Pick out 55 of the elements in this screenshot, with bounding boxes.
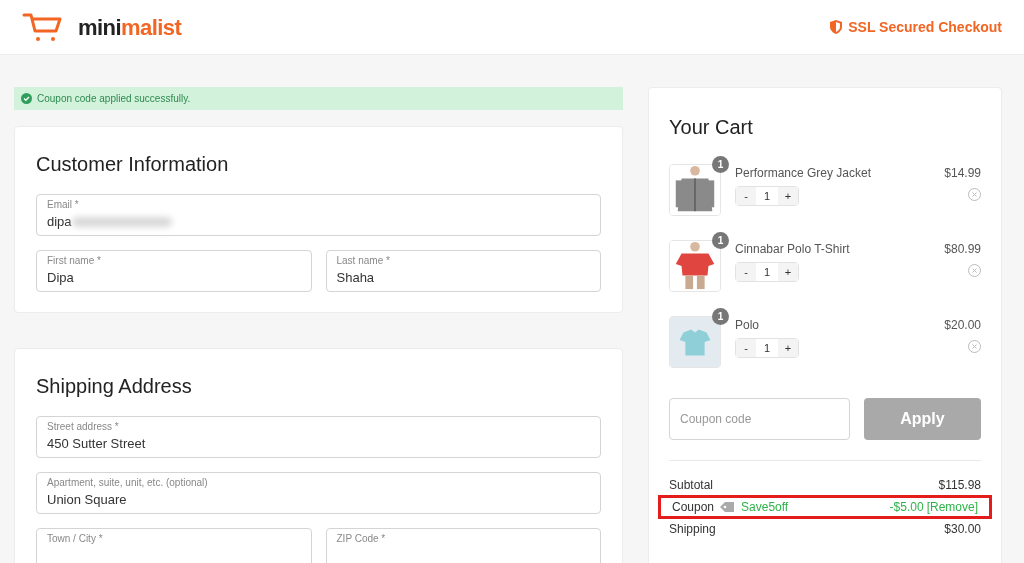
increase-button[interactable]: + [778,339,798,357]
secure-checkout-label: SSL Secured Checkout [848,17,1002,37]
field-value: dipa [47,213,72,231]
remove-icon[interactable] [968,264,981,277]
input-field[interactable]: Town / City * [36,528,312,563]
section-title: Customer Information [36,152,230,177]
field-label: Apartment, suite, unit, etc. (optional) [47,476,209,490]
input-field[interactable]: Email * dipa [36,194,601,236]
quantity-badge: 1 [712,156,729,173]
input-field[interactable]: Last name * Shaha [325,250,601,292]
tag-icon [720,501,736,513]
field-label: Email * [47,198,80,212]
decrease-button[interactable]: - [736,263,756,281]
total-value: -$5.00 [889,499,924,516]
field-label: ZIP Code * [336,532,387,546]
field-label: Street address * [47,420,120,434]
field-value: Dipa [47,269,74,287]
field-value: 450 Sutter Street [47,435,146,453]
section-title: Shipping Address [36,374,193,399]
increase-button[interactable]: + [778,187,798,205]
decrease-button[interactable]: - [736,187,756,205]
remove-icon[interactable] [968,188,981,201]
coupon-field[interactable]: Coupon code [669,398,850,440]
product-name: Polo [735,317,761,334]
decrease-button[interactable]: - [736,339,756,357]
input-field[interactable]: Street address * 450 Sutter Street [36,416,601,458]
input-field[interactable]: First name * Dipa [36,250,312,292]
total-value: $115.98 [938,477,981,494]
remove-icon[interactable] [968,340,981,353]
product-price: $14.99 [944,166,981,180]
field-value: Union Square [47,491,127,509]
input-field[interactable]: Apartment, suite, unit, etc. (optional) Union Square [36,472,601,514]
field-label: Last name * [336,254,391,268]
cart-icon [22,11,64,43]
notice-text: Coupon code applied successfully. [37,92,191,106]
field-label: Town / City * [47,532,104,546]
product-name: Cinnabar Polo T-Shirt [735,241,851,258]
quantity-badge: 1 [712,308,729,325]
total-value: $30.00 [944,521,981,538]
coupon-code: Save5off [741,499,789,516]
check-circle-icon [21,93,32,104]
input-field[interactable]: ZIP Code * [325,528,601,563]
cart-title: Your Cart [669,115,754,140]
logo-text: minimalist [78,13,182,42]
total-label: Coupon [672,499,715,516]
field-label: First name * [47,254,102,268]
increase-button[interactable]: + [778,263,798,281]
product-name: Performance Grey Jacket [735,165,873,182]
field-value: Shaha [336,269,375,287]
product-price: $20.00 [944,318,981,332]
quantity-badge: 1 [712,232,729,249]
total-label: Subtotal [669,477,714,494]
product-price: $80.99 [944,242,981,256]
total-label: Shipping [669,521,716,538]
shield-icon [830,20,843,34]
